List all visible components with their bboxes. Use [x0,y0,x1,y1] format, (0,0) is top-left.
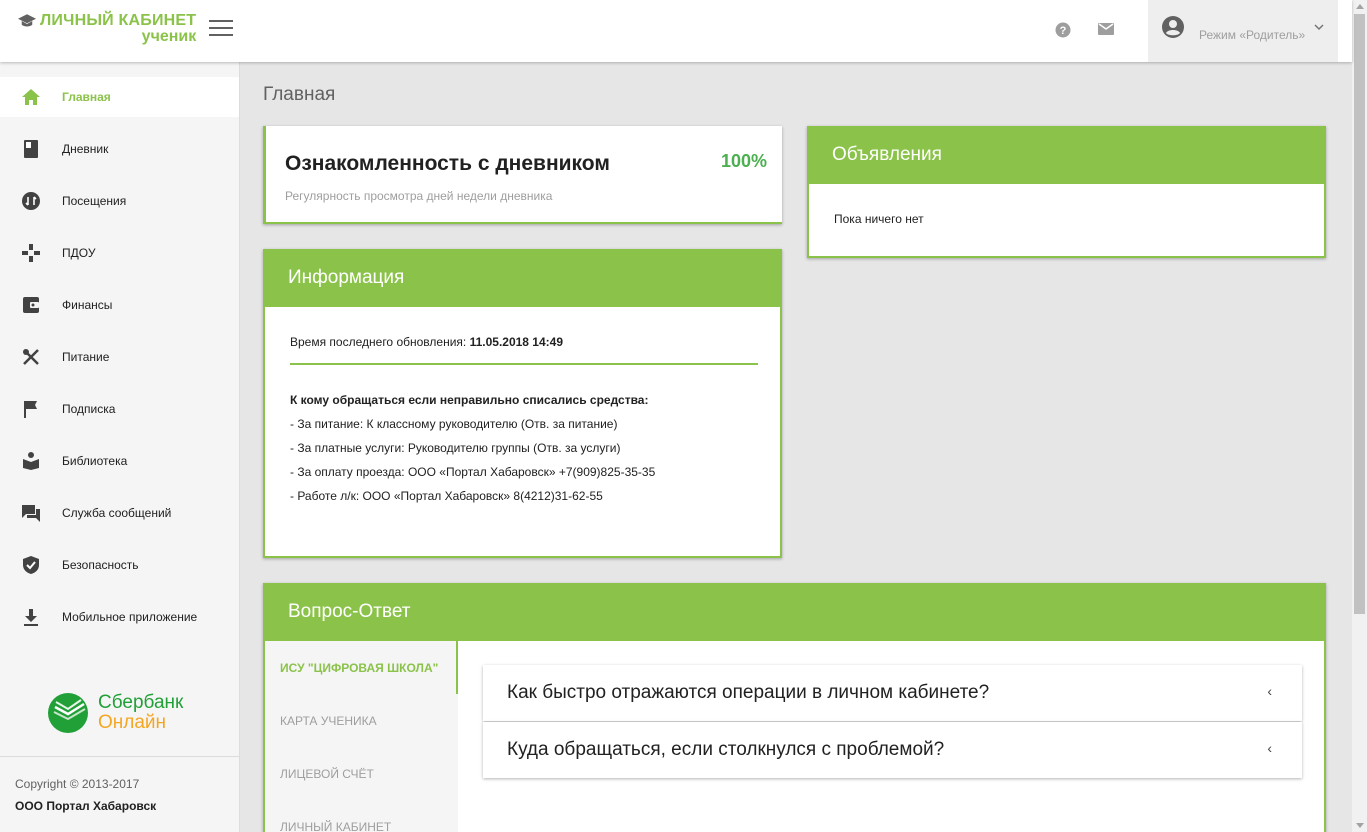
chevron-down-icon [1314,18,1324,36]
last-update: Время последнего обновления: 11.05.2018 … [290,335,563,349]
top-header: ЛИЧНЫЙ КАБИНЕТ ученик ? Режим «Родитель» [0,0,1352,62]
logo-subtitle: ученик [141,28,197,45]
graduation-cap-icon [18,14,36,27]
gamepad-icon [22,244,40,262]
sidebar-item-messages[interactable]: Служба сообщений [0,493,239,533]
contact-line: - За платные услуги: Руководителю группы… [290,441,621,455]
sidebar-item-label: Подписка [62,402,116,416]
sidebar-item-diary[interactable]: Дневник [0,129,239,169]
contact-line: - Работе л/к: ООО «Портал Хабаровск» 8(4… [290,489,603,503]
page-scrollbar[interactable] [1352,0,1367,832]
sber-subtitle: Онлайн [98,712,167,733]
page-title: Главная [263,84,336,105]
info-card: Информация Время последнего обновления: … [263,249,782,558]
announcements-card: Объявления Пока ничего нет [807,126,1326,258]
faq-tab-digital-school[interactable]: ИСУ "ЦИФРОВАЯ ШКОЛА" [265,641,458,694]
help-icon[interactable]: ? [1055,22,1071,43]
user-menu[interactable]: Режим «Родитель» [1148,0,1338,62]
sidebar-item-label: Мобильное приложение [62,610,198,624]
sidebar: Главная Дневник Посещения ПДОУ Финансы П… [0,62,240,832]
announcements-title: Объявления [807,126,1326,184]
faq-tab-cabinet[interactable]: ЛИЧНЫЙ КАБИНЕТ [265,800,458,832]
faq-tab-personal-account[interactable]: ЛИЦЕВОЙ СЧЁТ [265,747,458,800]
flag-icon [24,401,37,418]
sidebar-item-finance[interactable]: Финансы [0,285,239,325]
sidebar-divider [0,756,239,757]
download-icon [24,609,38,626]
sberbank-logo-icon [48,693,88,733]
sidebar-item-label: Безопасность [62,558,139,572]
faq-question[interactable]: Как быстро отражаются операции в личном … [483,665,1302,721]
familiarity-title: Ознакомленность с дневником [285,152,610,175]
home-icon [22,89,40,105]
info-divider [290,363,758,365]
sidebar-item-subscription[interactable]: Подписка [0,389,239,429]
sberbank-online-logo[interactable]: Сбербанк Онлайн [46,692,183,734]
faq-question-text: Как быстро отражаются операции в личном … [507,682,990,703]
diary-icon [24,140,38,158]
info-card-title: Информация [263,249,782,307]
sidebar-item-mobile-app[interactable]: Мобильное приложение [0,597,239,637]
contact-line: - За питание: К классному руководителю (… [290,417,618,431]
user-mode-label: Режим «Родитель» [1199,28,1306,42]
chat-icon [22,505,40,522]
sidebar-item-library[interactable]: Библиотека [0,441,239,481]
sber-title: Сбербанк [98,692,184,713]
faq-question-text: Куда обращаться, если столкнулся с пробл… [507,739,945,760]
company-name: ООО Портал Хабаровск [15,799,157,813]
contact-line: - За оплату проезда: ООО «Портал Хабаров… [290,465,656,479]
faq-question[interactable]: Куда обращаться, если столкнулся с пробл… [483,722,1302,778]
faq-title: Вопрос-Ответ [263,583,1326,641]
sidebar-item-home[interactable]: Главная [0,77,239,117]
mail-icon[interactable] [1098,22,1114,41]
sidebar-item-food[interactable]: Питание [0,337,239,377]
scrollbar-thumb[interactable] [1354,14,1365,614]
sidebar-item-label: Питание [62,350,110,364]
faq-tabs: ИСУ "ЦИФРОВАЯ ШКОЛА" КАРТА УЧЕНИКА ЛИЦЕВ… [265,641,458,832]
svg-text:?: ? [1060,25,1067,37]
sidebar-item-label: ПДОУ [62,246,96,260]
sidebar-item-label: Посещения [62,194,127,208]
wallet-icon [23,297,39,313]
library-icon [23,452,39,470]
faq-tab-student-card[interactable]: КАРТА УЧЕНИКА [265,694,458,747]
last-update-label: Время последнего обновления: [290,335,467,349]
chevron-left-icon: ‹ [1267,683,1272,699]
sidebar-item-label: Библиотека [62,454,128,468]
faq-card: Вопрос-Ответ ИСУ "ЦИФРОВАЯ ШКОЛА" КАРТА … [263,583,1326,832]
diary-familiarity-card: Ознакомленность с дневником 100% Регуляр… [263,126,782,224]
contacts-title: К кому обращаться если неправильно списа… [290,393,649,407]
sidebar-item-label: Служба сообщений [62,506,172,520]
announcements-empty: Пока ничего нет [834,212,924,226]
familiarity-percent: 100% [720,151,767,171]
food-icon [23,349,39,365]
chevron-left-icon: ‹ [1267,740,1272,756]
copyright-text: Copyright © 2013-2017 [15,777,140,791]
app-logo[interactable]: ЛИЧНЫЙ КАБИНЕТ ученик [18,12,196,46]
sidebar-item-label: Дневник [62,142,109,156]
last-update-value: 11.05.2018 14:49 [469,335,563,349]
familiarity-subtitle: Регулярность просмотра дней недели дневн… [285,189,553,203]
account-icon [1162,16,1184,43]
menu-toggle-icon[interactable] [209,20,233,40]
sidebar-item-label: Финансы [62,298,113,312]
sidebar-item-label: Главная [62,90,111,104]
shield-icon [23,556,39,574]
sidebar-item-pdou[interactable]: ПДОУ [0,233,239,273]
sidebar-item-attendance[interactable]: Посещения [0,181,239,221]
attendance-icon [22,192,40,210]
sidebar-item-security[interactable]: Безопасность [0,545,239,585]
